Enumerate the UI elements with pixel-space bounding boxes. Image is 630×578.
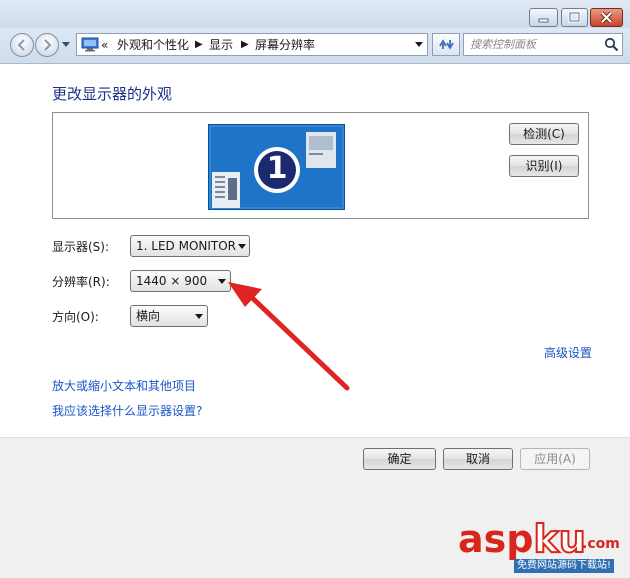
minimize-icon [538, 18, 549, 23]
breadcrumb-display[interactable]: 显示 [209, 37, 233, 53]
ok-button[interactable]: 确定 [363, 448, 436, 470]
control-panel-icon [81, 37, 99, 52]
address-bar[interactable]: « 外观和个性化 ▶ 显示 ▶ 屏幕分辨率 [76, 33, 428, 56]
display-settings-help-link[interactable]: 我应该选择什么显示器设置? [52, 403, 202, 419]
forward-arrow-icon [44, 39, 52, 51]
resolution-select[interactable]: 1440 × 900 [130, 270, 231, 292]
screen-resolution-window: « 外观和个性化 ▶ 显示 ▶ 屏幕分辨率 搜索控制面板 更改显示器的外观 1 … [0, 0, 630, 578]
apply-button[interactable]: 应用(A) [520, 448, 590, 470]
close-button[interactable] [590, 8, 623, 27]
breadcrumb-appearance[interactable]: 外观和个性化 [117, 37, 189, 53]
breadcrumb-overflow[interactable]: « [101, 37, 108, 53]
display-label: 显示器(S): [52, 240, 110, 254]
refresh-button[interactable] [432, 33, 460, 56]
display-select[interactable]: 1. LED MONITOR [130, 235, 250, 257]
minimize-button[interactable] [529, 8, 558, 27]
search-input[interactable]: 搜索控制面板 [463, 33, 623, 56]
address-bar-row: « 外观和个性化 ▶ 显示 ▶ 屏幕分辨率 搜索控制面板 [0, 28, 630, 64]
breadcrumb-separator-icon[interactable]: ▶ [241, 37, 249, 53]
chevron-down-icon [238, 244, 246, 249]
maximize-button[interactable] [561, 8, 588, 27]
watermark-text-ku: ku [532, 516, 586, 562]
close-icon [600, 11, 613, 24]
back-button[interactable] [10, 33, 34, 57]
breadcrumb-separator-icon[interactable]: ▶ [195, 37, 203, 53]
orientation-select[interactable]: 横向 [130, 305, 208, 327]
monitor-number: 1 [266, 151, 288, 186]
recent-pages-chevron-down-icon[interactable] [62, 42, 70, 48]
watermark-suffix: .com [582, 536, 620, 552]
text-size-link[interactable]: 放大或缩小文本和其他项目 [52, 378, 196, 394]
forward-button[interactable] [35, 33, 59, 57]
advanced-settings-link[interactable]: 高级设置 [544, 345, 592, 361]
display-select-value: 1. LED MONITOR [136, 239, 237, 253]
watermark-text-asp: asp [458, 517, 534, 561]
breadcrumb-screen-resolution[interactable]: 屏幕分辨率 [255, 37, 315, 53]
chevron-down-icon [218, 279, 226, 284]
site-watermark: aspku .com 免费网站源码下载站! [458, 515, 630, 578]
address-dropdown-chevron-down-icon[interactable] [415, 42, 423, 48]
maximize-icon [568, 11, 581, 23]
orientation-select-value: 横向 [136, 309, 161, 323]
resolution-label: 分辨率(R): [52, 275, 110, 289]
page-title: 更改显示器的外观 [52, 85, 173, 103]
resolution-select-value: 1440 × 900 [136, 274, 208, 288]
detect-button[interactable]: 检测(C) [509, 123, 579, 145]
title-bar [0, 0, 630, 28]
back-arrow-icon [17, 39, 25, 51]
chevron-down-icon [195, 314, 203, 319]
refresh-icon [439, 39, 454, 50]
display-preview-panel: 1 检测(C) 识别(I) [52, 112, 589, 219]
content-area: 更改显示器的外观 1 检测(C) 识别(I) 显示器(S): 1. LED MO… [0, 64, 630, 578]
identify-button[interactable]: 识别(I) [509, 155, 579, 177]
cancel-button[interactable]: 取消 [443, 448, 513, 470]
watermark-subtitle: 免费网站源码下载站! [514, 559, 615, 573]
search-icon[interactable] [604, 37, 619, 52]
search-placeholder: 搜索控制面板 [470, 38, 536, 51]
orientation-label: 方向(O): [52, 310, 99, 324]
